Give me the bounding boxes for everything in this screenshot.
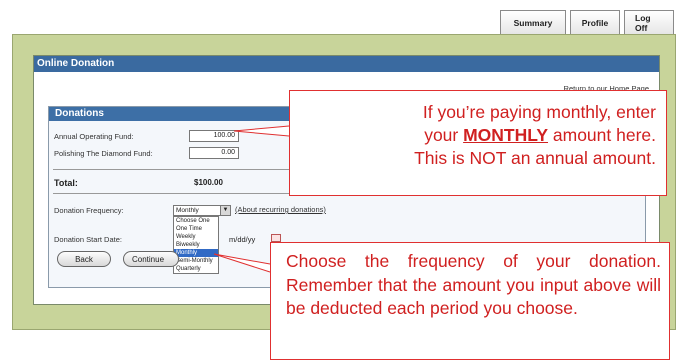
callout-pointers xyxy=(213,125,290,273)
callout-pointer xyxy=(233,125,290,137)
callout-pointer xyxy=(213,253,271,273)
